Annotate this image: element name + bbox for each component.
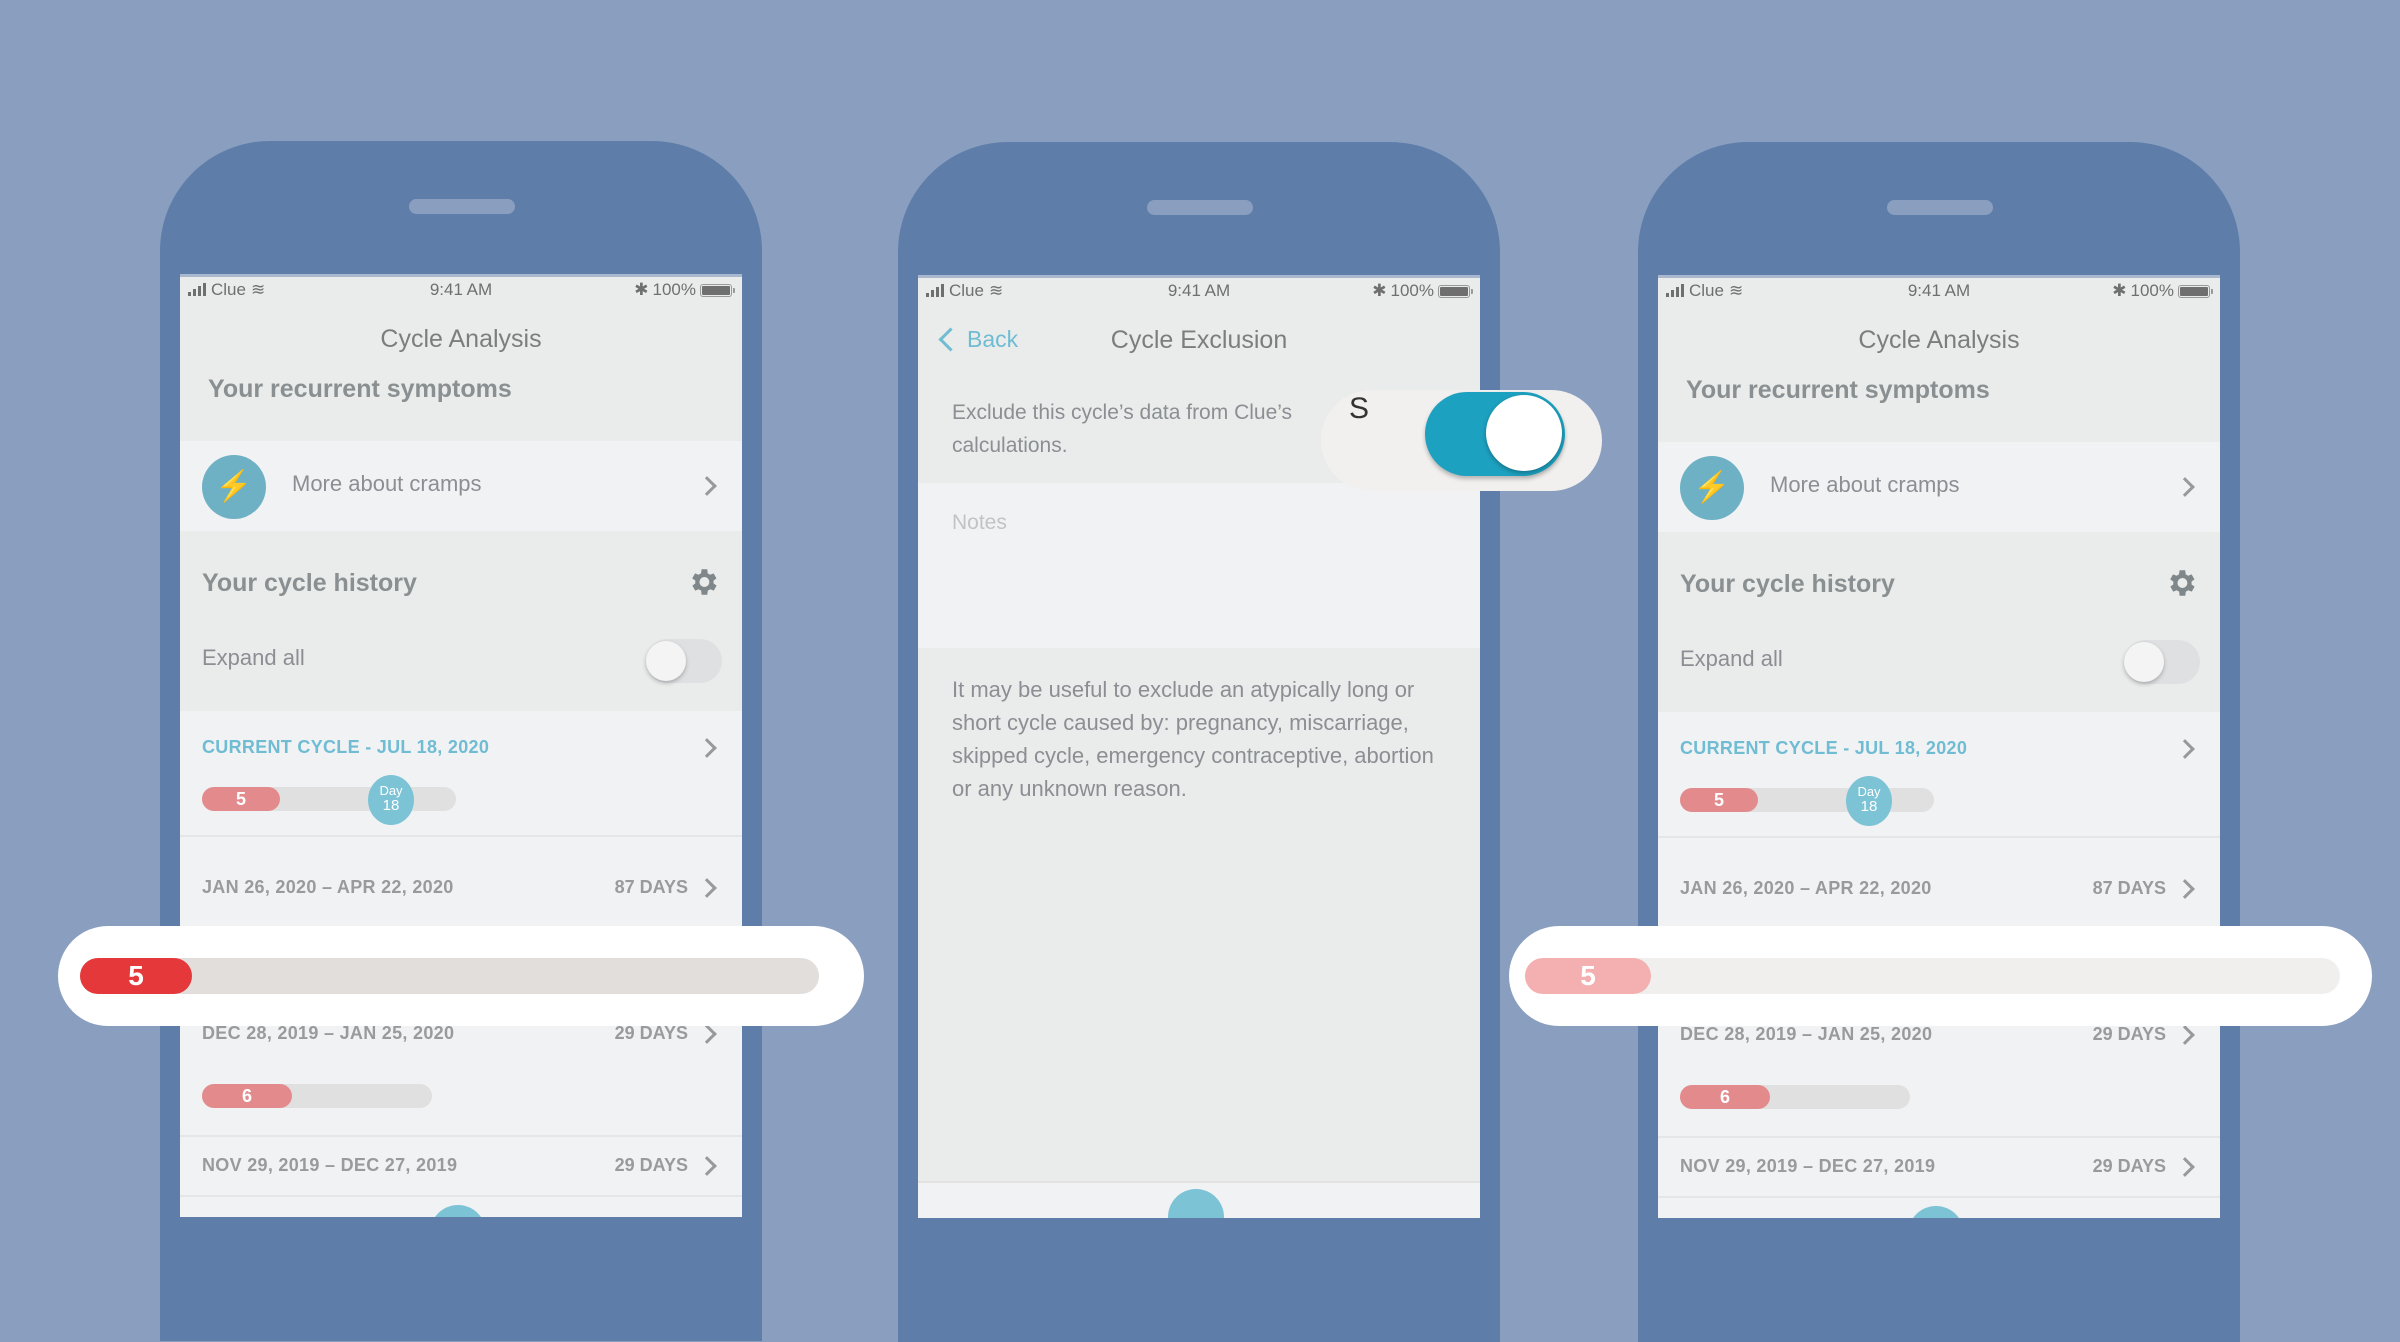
cycle-heading: DEC 28, 2019 – JAN 25, 2020 (1680, 1024, 1933, 1044)
divider (1658, 1136, 2220, 1138)
toggle-overlay-char: S (1349, 392, 1370, 425)
exclude-description: Exclude this cycle’s data from Clue’s ca… (952, 401, 1293, 457)
chevron-right-icon (2175, 879, 2195, 899)
phone-speaker (1147, 200, 1253, 215)
toggle-knob (1486, 395, 1562, 471)
battery-icon (1438, 284, 1473, 298)
cycle-heading: JAN 26, 2020 – APR 22, 2020 (1680, 878, 1932, 898)
gear-icon[interactable] (686, 565, 720, 599)
chevron-right-icon (697, 878, 717, 898)
bluetooth-icon: ✱ (2112, 281, 2127, 300)
page-title: Cycle Exclusion (1110, 326, 1288, 354)
divider (180, 835, 742, 837)
phone-speaker (409, 199, 515, 214)
bluetooth-icon: ✱ (634, 280, 649, 299)
cycle-heading: NOV 29, 2019 – DEC 27, 2019 (202, 1155, 458, 1175)
cycle-length: 87 DAYS (2092, 878, 2166, 898)
cycle-heading: JAN 26, 2020 – APR 22, 2020 (202, 877, 454, 897)
cycle-heading: CURRENT CYCLE - JUL 18, 2020 (1680, 738, 1968, 758)
notes-placeholder: Notes (952, 511, 1007, 534)
battery-icon (700, 283, 735, 297)
notes-input[interactable]: Notes (918, 483, 1480, 648)
cycle-progress-track: 6 (1680, 1085, 1910, 1109)
page-title: Cycle Analysis (380, 325, 542, 353)
chevron-right-icon (2175, 1157, 2195, 1177)
period-bar-callout-left: 5 (58, 926, 864, 1026)
period-bar: 6 (1680, 1085, 1770, 1109)
divider (1658, 836, 2220, 838)
status-bar: Clue ≋ 9:41 AM ✱ 100% (1658, 278, 2220, 302)
chevron-right-icon (697, 1024, 717, 1044)
cycle-history-title: Your cycle history (1680, 570, 1895, 598)
tab-bar-center-button[interactable] (430, 1205, 486, 1217)
chevron-right-icon (2175, 477, 2195, 497)
exclude-cycle-toggle[interactable] (1425, 392, 1565, 476)
battery-percent: 100% (1390, 281, 1434, 300)
callout-track: 5 (1525, 958, 2340, 994)
cramps-row[interactable]: ⚡ More about cramps (180, 441, 742, 531)
cycle-length: 29 DAYS (614, 1155, 688, 1175)
tab-bar-center-button[interactable] (1908, 1206, 1964, 1218)
gear-icon[interactable] (2164, 566, 2198, 600)
tab-bar-center-button[interactable] (1168, 1189, 1224, 1218)
cycle-length: 29 DAYS (614, 1023, 688, 1043)
expand-all-toggle[interactable] (646, 639, 722, 683)
exclude-toggle-callout: S (1321, 390, 1602, 491)
cycle-heading: NOV 29, 2019 – DEC 27, 2019 (1680, 1156, 1936, 1176)
chevron-right-icon (697, 1156, 717, 1176)
divider (180, 1195, 742, 1197)
battery-percent: 100% (2130, 281, 2174, 300)
cycle-heading: CURRENT CYCLE - JUL 18, 2020 (202, 737, 490, 757)
recurrent-symptoms-title: Your recurrent symptoms (1686, 376, 1990, 404)
status-bar: Clue ≋ 9:41 AM ✱ 100% (918, 278, 1480, 302)
cycle-progress-track: 5 (202, 787, 456, 811)
expand-all-toggle[interactable] (2124, 640, 2200, 684)
chevron-right-icon (2175, 1025, 2195, 1045)
recurrent-symptoms-title: Your recurrent symptoms (208, 375, 512, 403)
lightning-icon: ⚡ (1680, 456, 1744, 520)
battery-icon (2178, 284, 2213, 298)
exclusion-info-text: It may be useful to exclude an atypicall… (952, 677, 1434, 801)
chevron-right-icon (2175, 739, 2195, 759)
callout-track: 5 (80, 958, 819, 994)
period-bar-callout-right: 5 (1509, 926, 2372, 1026)
status-bar: Clue ≋ 9:41 AM ✱ 100% (180, 277, 742, 301)
current-day-badge: Day 18 (368, 775, 414, 825)
cycle-history-title: Your cycle history (202, 569, 417, 597)
lightning-icon: ⚡ (202, 455, 266, 519)
battery-percent: 100% (652, 280, 696, 299)
phone-cycle-analysis-right: Clue ≋ 9:41 AM ✱ 100% Cycle Analysis You… (1638, 142, 2240, 1342)
cycle-progress-track: 6 (202, 1084, 432, 1108)
period-bar: 6 (202, 1084, 292, 1108)
expand-all-label: Expand all (1680, 646, 1783, 671)
divider (180, 1135, 742, 1137)
cycle-progress-track: 5 (1680, 788, 1934, 812)
expand-all-label: Expand all (202, 645, 305, 670)
callout-period-fill: 5 (1525, 958, 1651, 994)
cycle-heading: DEC 28, 2019 – JAN 25, 2020 (202, 1023, 455, 1043)
current-day-badge: Day 18 (1846, 776, 1892, 826)
chevron-right-icon (697, 476, 717, 496)
cycle-length: 29 DAYS (2092, 1024, 2166, 1044)
cramps-row[interactable]: ⚡ More about cramps (1658, 442, 2220, 532)
cramps-row-label: More about cramps (1770, 472, 1960, 497)
phone-cycle-exclusion: Clue ≋ 9:41 AM ✱ 100% Back Cycle Exclusi… (898, 142, 1500, 1342)
phone-screen: Clue ≋ 9:41 AM ✱ 100% Cycle Analysis You… (1658, 275, 2220, 1218)
page-title: Cycle Analysis (1858, 326, 2020, 354)
chevron-right-icon (697, 738, 717, 758)
phone-screen: Clue ≋ 9:41 AM ✱ 100% Cycle Analysis You… (180, 274, 742, 1217)
bluetooth-icon: ✱ (1372, 281, 1387, 300)
cycle-length: 29 DAYS (2092, 1156, 2166, 1176)
phone-speaker (1887, 200, 1993, 215)
divider (1658, 1196, 2220, 1198)
cycle-length: 87 DAYS (614, 877, 688, 897)
callout-period-fill: 5 (80, 958, 192, 994)
period-bar: 5 (1680, 788, 1758, 812)
period-bar: 5 (202, 787, 280, 811)
phone-cycle-analysis-left: Clue ≋ 9:41 AM ✱ 100% Cycle Analysis You… (160, 141, 762, 1341)
cramps-row-label: More about cramps (292, 471, 482, 496)
